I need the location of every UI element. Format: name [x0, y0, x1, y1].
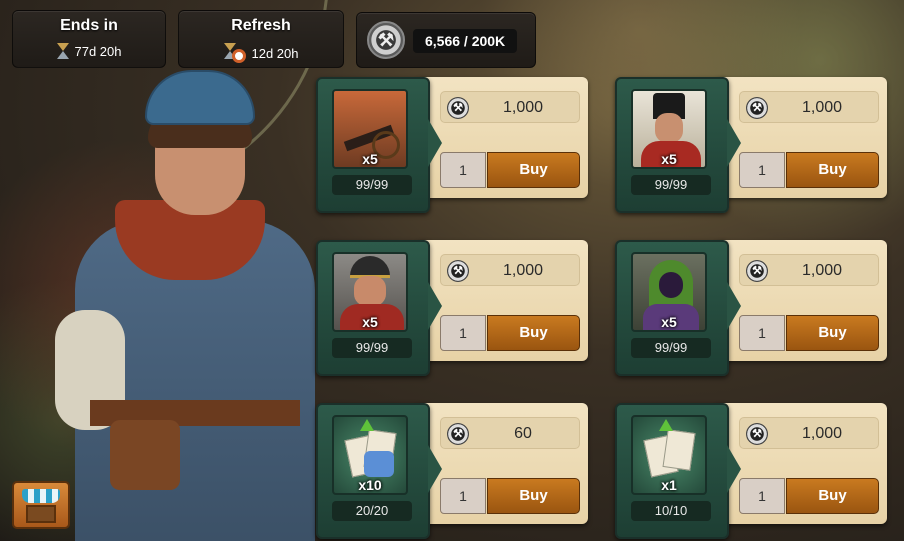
item-stock: 20/20 [332, 501, 412, 521]
item-stock: 10/10 [631, 501, 711, 521]
quantity-input[interactable]: 1 [440, 478, 486, 514]
item-quantity: x1 [661, 477, 677, 493]
shop-button[interactable] [12, 481, 70, 529]
item-quantity: x5 [362, 314, 378, 330]
item-quantity: x10 [358, 477, 382, 493]
price-value: 1,000 [801, 262, 843, 279]
coin-icon: ⚒ [746, 260, 768, 282]
item-quantity: x5 [661, 151, 677, 167]
item-stock: 99/99 [332, 338, 412, 358]
quantity-input[interactable]: 1 [739, 152, 785, 188]
hourglass-icon [56, 43, 69, 59]
item-quantity: x5 [362, 151, 378, 167]
price-value: 1,000 [502, 262, 544, 279]
ends-in-value: 77d 20h [74, 43, 122, 59]
coin-icon: ⚒ [447, 260, 469, 282]
price-value: 60 [514, 425, 532, 442]
coin-icon: ⚒ [447, 97, 469, 119]
currency-value: 6,566 / 200K [413, 29, 518, 53]
shop-item-card: x10 20/20 ⚒ 60 1 Buy [316, 403, 588, 539]
item-stock: 99/99 [631, 338, 711, 358]
item-price: ⚒ 1,000 [440, 91, 580, 123]
item-stock: 99/99 [332, 175, 412, 195]
ends-in-timer: Ends in 77d 20h [12, 10, 166, 68]
price-value: 1,000 [801, 425, 843, 442]
shop-item-card: x5 99/99 ⚒ 1,000 1 Buy [316, 77, 588, 213]
ends-in-title: Ends in [60, 17, 118, 34]
coin-icon: ⚒ [447, 423, 469, 445]
buy-button[interactable]: Buy [487, 315, 580, 351]
coin-icon: ⚒ [367, 21, 405, 59]
item-price: ⚒ 1,000 [739, 417, 879, 449]
coin-icon: ⚒ [746, 97, 768, 119]
quantity-input[interactable]: 1 [739, 478, 785, 514]
shop-stall-icon [26, 505, 56, 523]
item-price: ⚒ 60 [440, 417, 580, 449]
quantity-input[interactable]: 1 [440, 315, 486, 351]
currency-display: ⚒ 6,566 / 200K [356, 12, 536, 68]
refresh-timer: Refresh 12d 20h [178, 10, 344, 68]
coin-icon: ⚒ [746, 423, 768, 445]
buy-button[interactable]: Buy [786, 478, 879, 514]
merchant-character [50, 70, 320, 541]
shop-item-card: x5 99/99 ⚒ 1,000 1 Buy [615, 77, 887, 213]
buy-button[interactable]: Buy [786, 315, 879, 351]
price-value: 1,000 [502, 99, 544, 116]
item-stock: 99/99 [631, 175, 711, 195]
refresh-title: Refresh [231, 17, 291, 34]
item-price: ⚒ 1,000 [739, 91, 879, 123]
price-value: 1,000 [801, 99, 843, 116]
shop-item-card: x5 99/99 ⚒ 1,000 1 Buy [316, 240, 588, 376]
quantity-input[interactable]: 1 [739, 315, 785, 351]
refresh-value: 12d 20h [251, 45, 299, 61]
shop-item-card: x1 10/10 ⚒ 1,000 1 Buy [615, 403, 887, 539]
item-quantity: x5 [661, 314, 677, 330]
shop-awning-icon [22, 489, 60, 503]
buy-button[interactable]: Buy [786, 152, 879, 188]
item-price: ⚒ 1,000 [739, 254, 879, 286]
refresh-hourglass-icon [223, 43, 246, 63]
quantity-input[interactable]: 1 [440, 152, 486, 188]
buy-button[interactable]: Buy [487, 152, 580, 188]
item-price: ⚒ 1,000 [440, 254, 580, 286]
buy-button[interactable]: Buy [487, 478, 580, 514]
shop-item-card: x5 99/99 ⚒ 1,000 1 Buy [615, 240, 887, 376]
